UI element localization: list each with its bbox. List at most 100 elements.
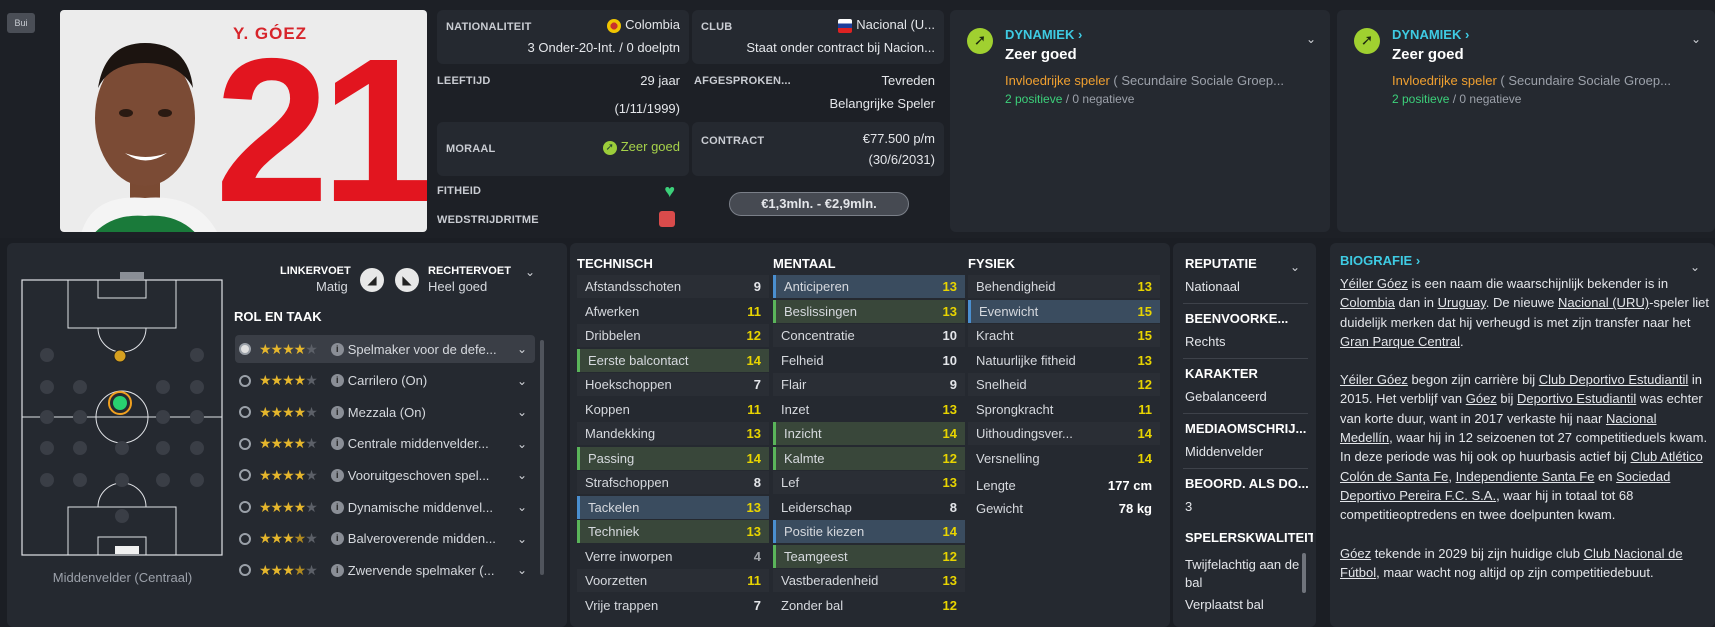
attribute-row[interactable]: Flair 9 [773, 373, 965, 396]
chevron-down-icon[interactable]: ⌄ [517, 374, 527, 388]
dynamics-title-link[interactable]: DYNAMIEK › [1005, 27, 1082, 42]
role-item[interactable]: ★★★★★ i Vooruitgeschoven spel... ⌄ [235, 461, 535, 489]
attribute-row[interactable]: Passing 14 [577, 446, 769, 470]
role-radio[interactable] [239, 406, 251, 419]
attribute-row[interactable]: Behendigheid 13 [968, 275, 1160, 298]
chevron-down-icon[interactable]: ⌄ [517, 532, 527, 546]
chevron-down-icon[interactable]: ⌄ [1690, 260, 1700, 274]
chevron-down-icon[interactable]: ⌄ [517, 437, 527, 451]
dynamics-title-link[interactable]: DYNAMIEK › [1392, 27, 1469, 42]
attribute-row[interactable]: Lef 13 [773, 471, 965, 494]
physical-title: FYSIEK [968, 256, 1015, 271]
attribute-row[interactable]: Anticiperen 13 [773, 275, 965, 298]
attribute-row[interactable]: Felheid 10 [773, 349, 965, 372]
contract-card[interactable]: CONTRACT €77.500 p/m (30/6/2031) [692, 122, 944, 176]
chevron-down-icon[interactable]: ⌄ [517, 342, 527, 356]
attribute-row[interactable]: Inzet 13 [773, 398, 965, 421]
attribute-value: 12 [746, 328, 761, 343]
attribute-row[interactable]: Concentratie 10 [773, 324, 965, 347]
attribute-row[interactable]: Leiderschap 8 [773, 496, 965, 519]
roles-scrollbar[interactable] [540, 340, 544, 575]
attribute-row[interactable]: Zonder bal 12 [773, 594, 965, 617]
attribute-row[interactable]: Kalmte 12 [773, 446, 965, 470]
role-radio[interactable] [239, 374, 251, 387]
info-icon[interactable]: i [330, 342, 344, 356]
sharpness-icon[interactable] [659, 211, 675, 227]
attribute-row[interactable]: Teamgeest 12 [773, 544, 965, 568]
nationality-value[interactable]: Colombia [607, 17, 680, 33]
role-radio[interactable] [239, 532, 251, 545]
chevron-down-icon[interactable]: ⌄ [517, 563, 527, 577]
attribute-row[interactable]: Afwerken 11 [577, 300, 769, 323]
secondary-position-marker[interactable] [113, 349, 127, 363]
attribute-row[interactable]: Sprongkracht 11 [968, 398, 1160, 421]
divider [1183, 413, 1308, 414]
attribute-row[interactable]: Vastberadenheid 13 [773, 569, 965, 592]
player-portrait: Y. GÓEZ 21 [60, 10, 427, 232]
attribute-row[interactable]: Tackelen 13 [577, 495, 769, 519]
position-caption: Middenvelder (Centraal) [52, 570, 193, 585]
attribute-row[interactable]: Dribbelen 12 [577, 324, 769, 347]
role-item[interactable]: ★★★★★ i Centrale middenvelder... ⌄ [235, 430, 535, 458]
transfer-value-badge[interactable]: €1,3mln. - €2,9mln. [729, 192, 909, 216]
attribute-row[interactable]: Evenwicht 15 [968, 299, 1160, 323]
chevron-down-icon[interactable]: ⌄ [517, 405, 527, 419]
attribute-row[interactable]: Afstandsschoten 9 [577, 275, 769, 298]
chevron-down-icon[interactable]: ⌄ [1306, 32, 1316, 46]
role-radio[interactable] [239, 564, 251, 577]
separator-text: / [1452, 92, 1457, 106]
attribute-row[interactable]: Kracht 15 [968, 324, 1160, 347]
attribute-row[interactable]: Strafschoppen 8 [577, 471, 769, 494]
role-radio[interactable] [239, 469, 251, 482]
role-item[interactable]: ★★★★★ i Zwervende spelmaker (... ⌄ [235, 556, 535, 584]
info-icon[interactable]: i [330, 405, 344, 419]
info-icon[interactable]: i [330, 374, 344, 388]
attribute-row[interactable]: Koppen 11 [577, 398, 769, 421]
nationality-card[interactable]: NATIONALITEIT Colombia 3 Onder-20-Int. /… [437, 10, 689, 64]
attribute-row[interactable]: Snelheid 12 [968, 373, 1160, 396]
role-item[interactable]: ★★★★★ i Balveroverende midden... ⌄ [235, 525, 535, 553]
info-icon[interactable]: i [330, 532, 344, 546]
attribute-row[interactable]: Versnelling 14 [968, 447, 1160, 470]
attribute-name: Leiderschap [781, 499, 852, 515]
chevron-down-icon[interactable]: ⌄ [1691, 32, 1701, 46]
bio-title-link[interactable]: BIOGRAFIE › [1340, 253, 1420, 268]
attribute-row[interactable]: Hoekschoppen 7 [577, 373, 769, 396]
attribute-row[interactable]: Techniek 13 [577, 520, 769, 543]
role-radio[interactable] [239, 343, 251, 355]
attribute-row[interactable]: Voorzetten 11 [577, 569, 769, 592]
club-value[interactable]: Nacional (U... [838, 17, 935, 33]
club-card[interactable]: CLUB Nacional (U... Staat onder contract… [692, 10, 944, 64]
attribute-row[interactable]: Eerste balcontact 14 [577, 348, 769, 372]
shirt-number: 21 [215, 16, 427, 232]
body-block: Lengte 177 cm Gewicht 78 kg [968, 472, 1160, 522]
attribute-row[interactable]: Natuurlijke fitheid 13 [968, 349, 1160, 372]
chevron-down-icon[interactable]: ⌄ [525, 265, 535, 279]
heart-icon[interactable]: ♥ [664, 181, 675, 202]
attribute-row[interactable]: Verre inworpen 4 [577, 545, 769, 568]
info-icon[interactable]: i [330, 437, 344, 451]
role-radio[interactable] [239, 437, 251, 450]
attribute-row[interactable]: Beslissingen 13 [773, 299, 965, 323]
info-icon[interactable]: i [330, 563, 344, 577]
kit-button[interactable]: Bui [7, 13, 35, 33]
attribute-name: Uithoudingsver... [976, 426, 1073, 441]
attribute-row[interactable]: Vrije trappen 7 [577, 594, 769, 617]
attribute-row[interactable]: Inzicht 14 [773, 422, 965, 445]
role-item[interactable]: ★★★★★ i Carrilero (On) ⌄ [235, 367, 535, 395]
primary-position-marker[interactable] [113, 396, 127, 410]
info-icon[interactable]: i [330, 500, 344, 514]
attribute-row[interactable]: Uithoudingsver... 14 [968, 422, 1160, 445]
qualities-scrollbar[interactable] [1302, 553, 1306, 593]
attribute-row[interactable]: Positie kiezen 14 [773, 520, 965, 543]
role-item[interactable]: ★★★★★ i Dynamische middenvel... ⌄ [235, 493, 535, 521]
info-icon[interactable]: i [330, 468, 344, 482]
feet-block: LINKERVOET Matig ◢ ◣ RECHTERVOET Heel go… [250, 265, 550, 297]
attribute-row[interactable]: Mandekking 13 [577, 422, 769, 445]
morale-card[interactable]: MORAAL ➚ Zeer goed [437, 122, 689, 176]
chevron-down-icon[interactable]: ⌄ [517, 468, 527, 482]
chevron-down-icon[interactable]: ⌄ [517, 500, 527, 514]
role-item[interactable]: ★★★★★ i Mezzala (On) ⌄ [235, 398, 535, 426]
role-radio[interactable] [239, 501, 251, 513]
role-item[interactable]: ★★★★★ i Spelmaker voor de defe... ⌄ [235, 335, 535, 363]
